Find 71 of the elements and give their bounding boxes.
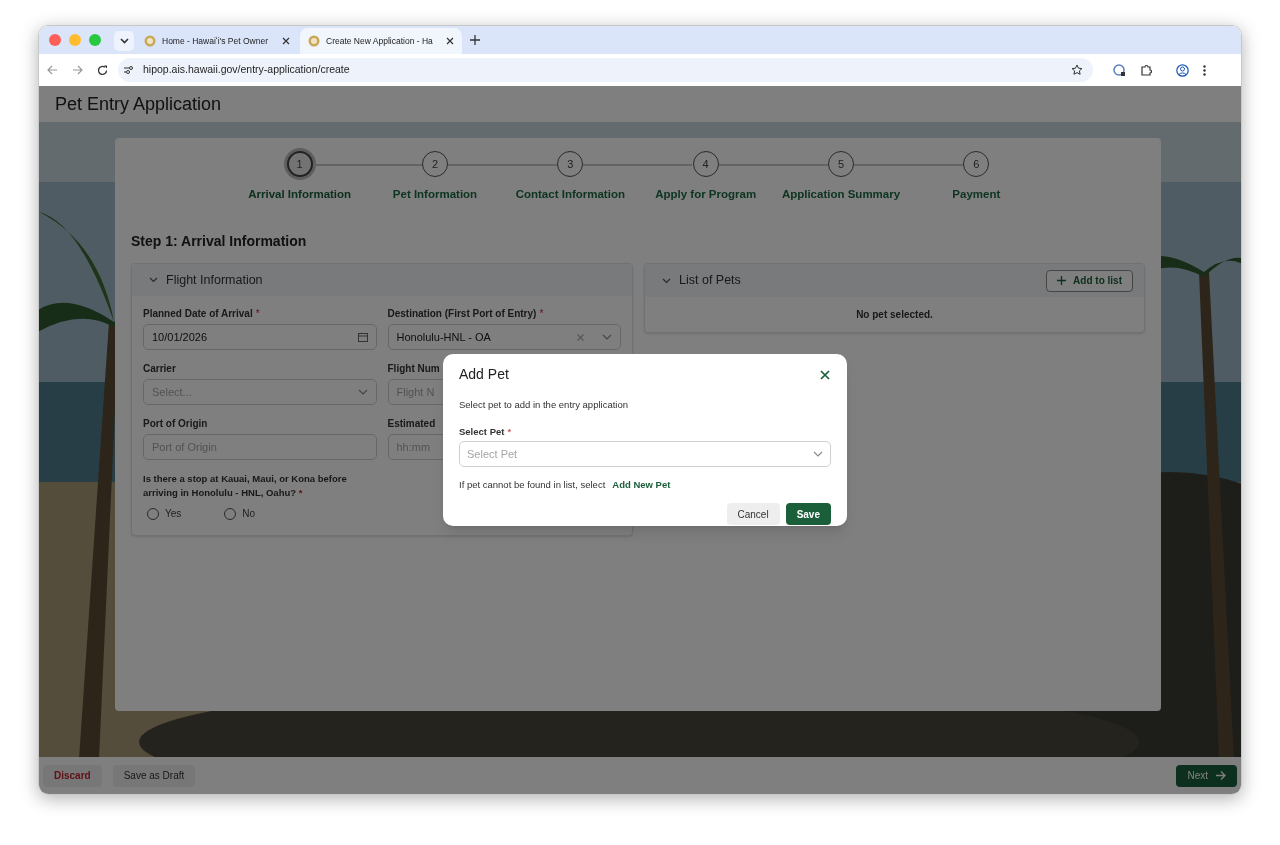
field-label: Carrier [143,361,176,376]
save-button[interactable]: Save [785,503,831,526]
field-label: Select Pet [459,424,505,439]
tab-title: Create New Application - Ha [326,34,434,48]
chevron-down-icon [357,389,368,396]
profile-icon[interactable] [1176,63,1189,77]
seal-icon [144,35,156,47]
select-field[interactable]: Select Pet [459,441,831,467]
chevron-down-icon [813,451,823,457]
browser-tab[interactable]: Home - Hawaiʻi's Pet Owner [136,28,298,54]
field-label: Planned Date of Arrival [143,306,253,321]
required-mark: * [255,306,260,321]
required-mark: * [539,306,544,321]
section-header[interactable]: List of Pets Add to list [645,264,1144,298]
add-to-list-button[interactable]: Add to list [1046,269,1133,292]
section-title: Flight Information [166,271,263,289]
dialog-title: Add Pet [459,365,509,384]
step-label: Apply for Program [655,187,757,202]
step-label: Pet Information [392,187,478,202]
chevron-down-icon [602,334,612,341]
step-label: Application Summary [781,187,901,202]
placeholder-text: Select Pet [467,446,519,462]
star-icon[interactable] [1071,64,1083,76]
tab-title: Home - Hawaiʻi's Pet Owner [162,34,269,48]
chevron-down-icon [119,38,129,44]
calendar-icon[interactable] [357,332,368,343]
empty-message: No pet selected. [856,308,933,323]
radio-option[interactable]: Yes [147,506,182,522]
next-button[interactable]: Next [1176,764,1237,787]
page-title: Pet Entry Application [55,92,222,116]
dialog-description: Select pet to add in the entry application [459,399,628,410]
step-label: Contact Information [515,187,625,202]
plus-icon [1057,276,1067,286]
forward-icon[interactable] [72,65,83,75]
question-text: Is there a stop at Kauai, Maui, or Kona before arriving in Honolulu - HNL, Oahu? * [143,472,348,501]
field-label: Flight Num [387,361,440,376]
hint-text: If pet cannot be found in list, select [459,478,606,492]
seal-icon [308,35,320,47]
close-icon[interactable] [446,37,454,45]
radio-option[interactable]: No [224,506,256,522]
reload-icon[interactable] [97,64,108,76]
add-new-pet-link[interactable]: Add New Pet [612,478,671,493]
step-label: Arrival Information [248,187,352,202]
section-header[interactable]: Flight Information [132,264,632,297]
site-settings-icon[interactable] [123,65,135,75]
password-icon[interactable] [1113,63,1126,77]
field-label: Port of Origin [143,416,208,431]
section-title: List of Pets [679,272,742,290]
close-icon[interactable] [820,369,830,380]
date-field[interactable]: 10/01/2026 [143,324,377,351]
cancel-button[interactable]: Cancel [726,503,780,526]
browser-tab[interactable]: Create New Application - Ha [300,28,462,54]
tab-list-button[interactable] [114,31,134,51]
step-label: Payment [952,187,1001,202]
required-mark: * [507,424,512,439]
select-field[interactable]: Honolulu-HNL - OA [387,324,621,351]
back-icon[interactable] [47,65,58,75]
menu-icon[interactable] [1203,64,1206,76]
field-value: Honolulu-HNL - OA [396,330,491,345]
new-tab-icon[interactable] [470,35,480,45]
field-label: Destination (First Port of Entry) [387,306,537,321]
save-draft-button[interactable]: Save as Draft [112,764,196,787]
field-label: Estimated [387,416,436,431]
field-value: 10/01/2026 [152,330,208,345]
arrow-right-icon [1216,771,1226,780]
address-bar[interactable]: hipop.ais.hawaii.gov/entry-application/create [118,58,1093,82]
discard-button[interactable]: Discard [43,764,102,787]
puzzle-icon[interactable] [1140,64,1152,76]
step-heading: Step 1: Arrival Information [131,232,307,252]
close-icon[interactable] [282,37,290,45]
url-text: hipop.ais.hawaii.gov/entry-application/create [143,62,351,78]
